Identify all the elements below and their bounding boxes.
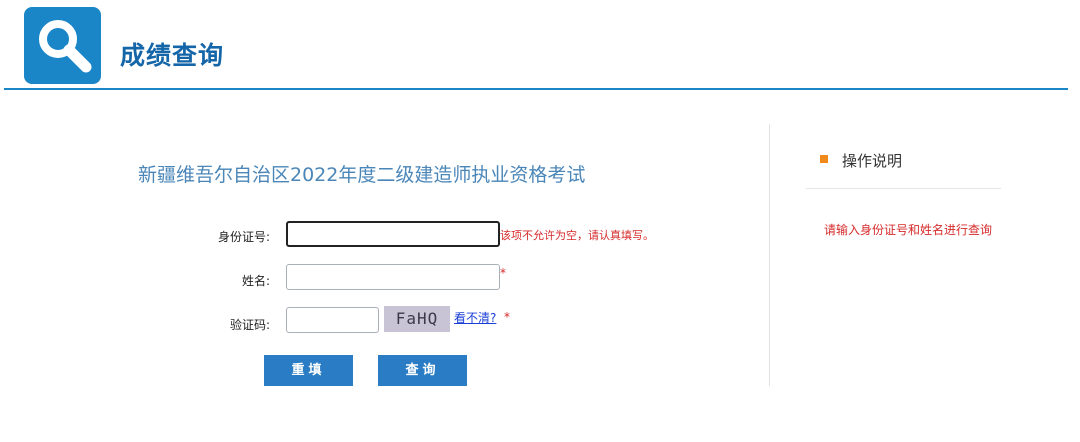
- query-button[interactable]: 查询: [378, 355, 467, 386]
- captcha-required-mark: *: [504, 310, 510, 324]
- captcha-label: 验证码:: [229, 318, 270, 332]
- id-label: 身份证号:: [217, 230, 270, 244]
- captcha-refresh-link[interactable]: 看不清?: [454, 309, 496, 326]
- instructions-heading: 操作说明: [842, 152, 903, 170]
- exam-title: 新疆维吾尔自治区2022年度二级建造师执业资格考试: [138, 164, 586, 186]
- id-error-message: 该项不允许为空，请认真填写。: [500, 229, 654, 242]
- id-number-input[interactable]: [286, 221, 500, 247]
- search-icon: [39, 20, 92, 73]
- page-title: 成绩查询: [120, 41, 225, 70]
- name-required-mark: *: [500, 266, 506, 280]
- vertical-divider: [769, 124, 770, 386]
- header-divider: [4, 88, 1068, 90]
- reset-button[interactable]: 重填: [264, 355, 353, 386]
- captcha-input[interactable]: [286, 307, 379, 333]
- logo: [24, 7, 101, 84]
- name-label: 姓名:: [241, 274, 270, 288]
- captcha-text: FaHQ: [395, 309, 439, 328]
- instructions-note: 请输入身份证号和姓名进行查询: [824, 223, 993, 237]
- page-header: 成绩查询: [0, 0, 1080, 92]
- bullet-square-icon: [820, 155, 828, 163]
- instructions-divider: [806, 188, 1001, 189]
- captcha-image[interactable]: FaHQ: [384, 306, 450, 332]
- name-input[interactable]: [286, 264, 500, 290]
